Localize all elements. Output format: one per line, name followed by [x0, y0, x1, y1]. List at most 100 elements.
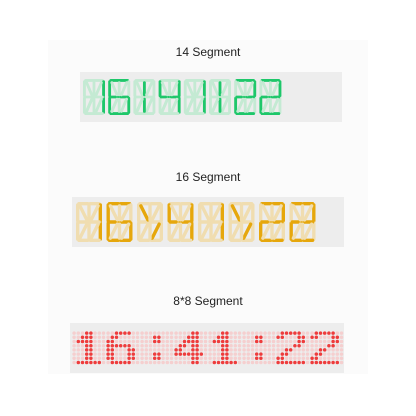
dot	[276, 331, 280, 335]
dot	[263, 343, 267, 348]
dot	[297, 348, 301, 352]
dot	[148, 331, 153, 335]
dot	[174, 339, 178, 344]
dot	[267, 348, 272, 352]
dot	[186, 356, 191, 361]
dot	[216, 339, 221, 344]
dot	[161, 348, 165, 352]
dot	[339, 360, 344, 365]
dot	[339, 339, 344, 344]
dot	[280, 339, 285, 344]
segment-h	[160, 81, 169, 97]
dot	[246, 343, 251, 348]
segment-k	[245, 97, 254, 113]
dot	[229, 348, 233, 352]
separator-colon	[137, 202, 163, 243]
dot	[165, 352, 170, 356]
dot	[106, 335, 110, 340]
dot	[288, 352, 293, 356]
dot	[310, 343, 314, 348]
dot	[305, 343, 310, 348]
dot	[331, 335, 335, 340]
dot	[216, 331, 221, 335]
segment-display-demo: 14 Segment 16 Segment 8*8 Segment	[0, 0, 416, 416]
dot	[327, 356, 331, 361]
dot	[97, 343, 102, 348]
dot	[220, 335, 225, 340]
dot	[127, 348, 131, 352]
dot	[174, 356, 178, 361]
dot	[276, 348, 280, 352]
dot	[165, 348, 170, 352]
dot	[216, 335, 221, 340]
dot	[93, 348, 97, 352]
dot	[322, 360, 327, 365]
dot	[263, 352, 267, 356]
dot	[288, 335, 293, 340]
dot	[305, 331, 310, 335]
dot	[293, 331, 297, 335]
dot	[182, 331, 187, 335]
dot	[114, 348, 119, 352]
dot	[123, 339, 127, 344]
dot	[225, 356, 229, 361]
dot	[110, 343, 115, 348]
dot	[203, 356, 208, 361]
dot	[148, 348, 153, 352]
dot	[233, 360, 238, 365]
dot	[208, 343, 212, 348]
dot	[148, 356, 153, 361]
dot	[301, 339, 306, 344]
dot	[191, 360, 195, 365]
dot	[178, 339, 183, 344]
dot	[233, 352, 238, 356]
dot	[259, 360, 263, 365]
dot	[318, 339, 323, 344]
dot	[284, 331, 289, 335]
dot	[140, 352, 144, 356]
dot	[305, 335, 310, 340]
dot	[220, 352, 225, 356]
dot	[242, 343, 246, 348]
segment-k	[271, 97, 280, 113]
dot	[314, 343, 319, 348]
dot	[135, 348, 140, 352]
dot	[220, 356, 225, 361]
dot	[305, 360, 310, 365]
dot	[72, 339, 76, 344]
dot	[76, 343, 81, 348]
segment-m	[108, 222, 119, 240]
dot	[254, 335, 259, 340]
digit-4	[158, 78, 181, 115]
dot	[84, 356, 89, 361]
digit-6	[108, 78, 131, 115]
dot	[212, 360, 217, 365]
dot	[314, 331, 319, 335]
dot	[242, 335, 246, 340]
dot	[331, 339, 335, 344]
dot	[246, 348, 251, 352]
segment-k	[150, 222, 161, 240]
dot	[101, 356, 106, 361]
dot	[72, 356, 76, 361]
dot	[254, 356, 259, 361]
dot	[84, 339, 89, 344]
dot	[314, 335, 319, 340]
dot	[131, 331, 136, 335]
dot	[101, 360, 106, 365]
dot	[135, 352, 140, 356]
dot	[174, 352, 178, 356]
dot	[161, 335, 165, 340]
dot	[174, 331, 178, 335]
dot	[140, 356, 144, 361]
dot	[220, 339, 225, 344]
dot	[271, 360, 276, 365]
dot	[152, 339, 157, 344]
dot	[127, 339, 131, 344]
dot	[259, 343, 263, 348]
digit-1	[76, 202, 102, 243]
dot	[118, 352, 123, 356]
dot	[305, 352, 310, 356]
dot	[276, 339, 280, 344]
dot	[208, 348, 212, 352]
